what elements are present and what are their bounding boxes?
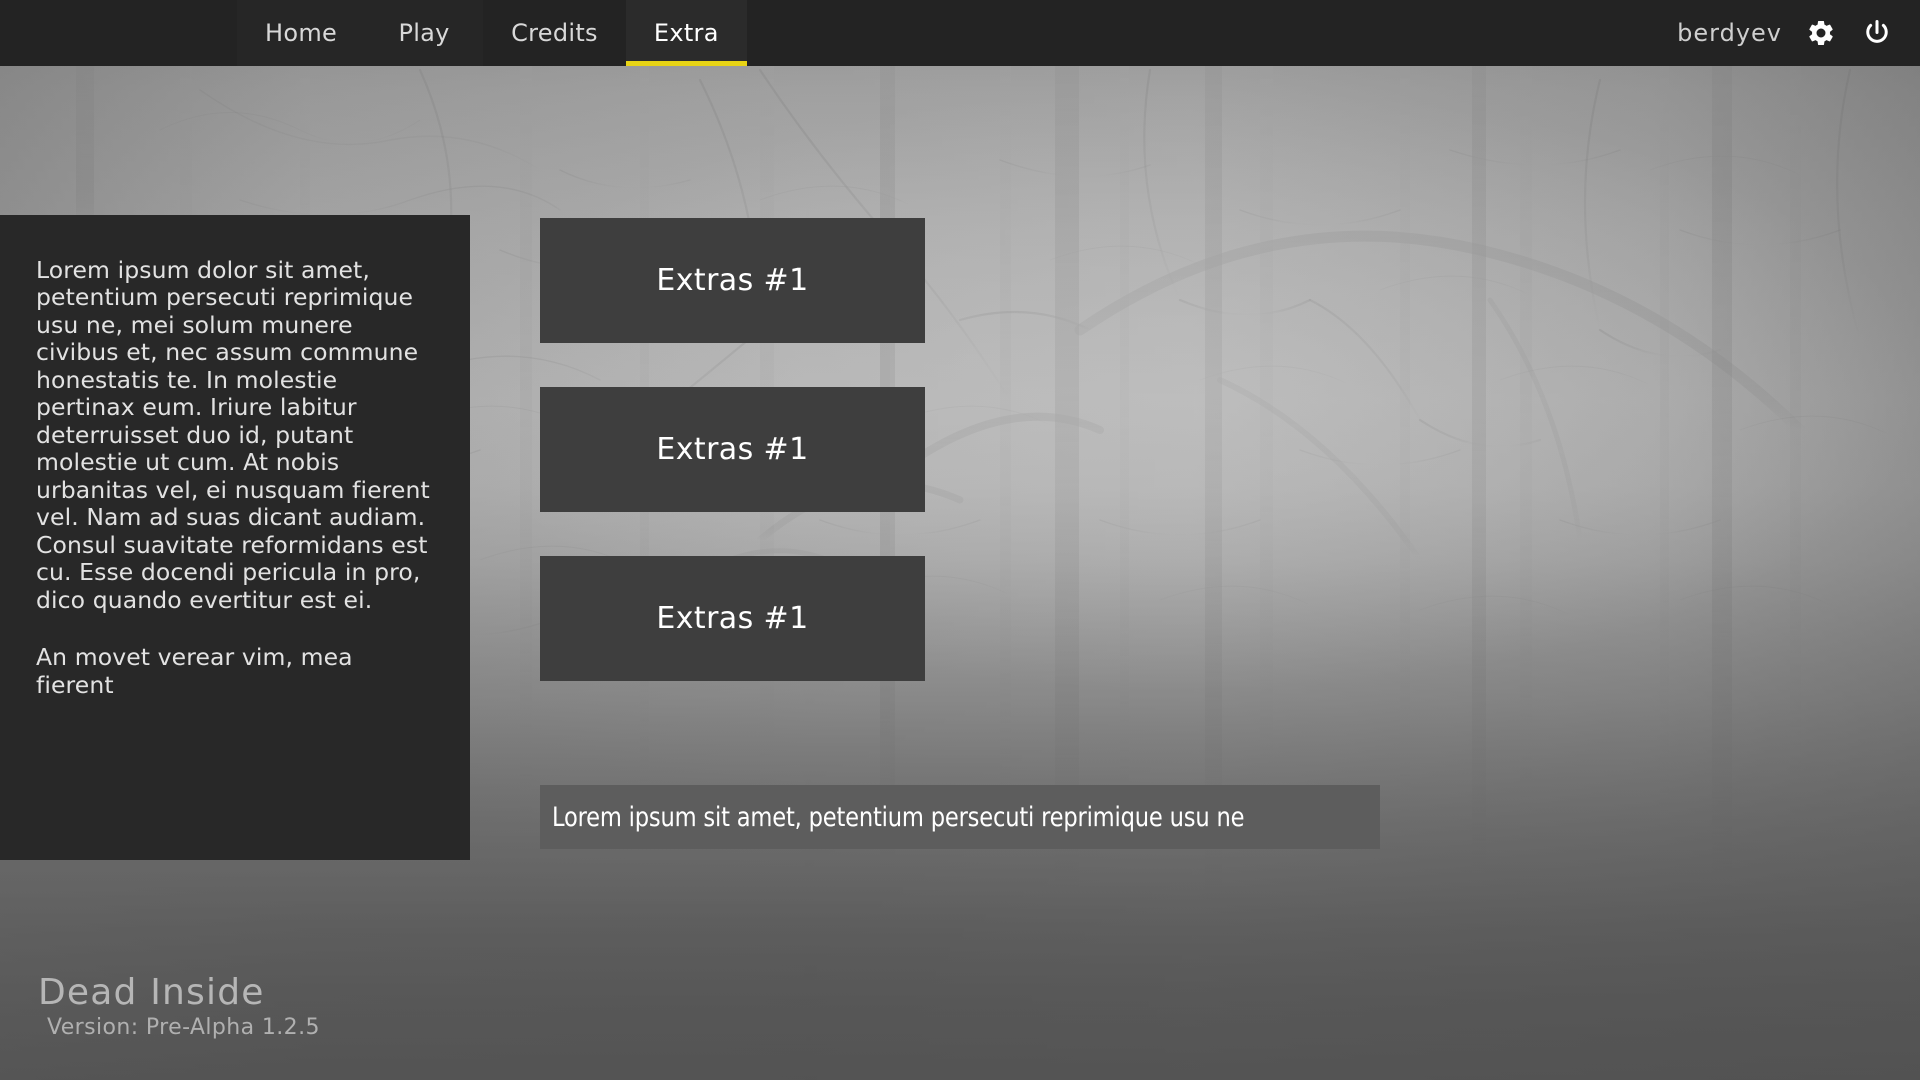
extras-button-3-label: Extras #1 <box>656 601 809 636</box>
gear-icon[interactable] <box>1804 16 1838 50</box>
tab-extra[interactable]: Extra <box>625 0 747 66</box>
tab-credits-label: Credits <box>511 19 598 47</box>
tab-credits-underline <box>483 61 626 66</box>
info-banner[interactable]: Lorem ipsum sit amet, petentium persecut… <box>540 785 1380 849</box>
tab-credits[interactable]: Credits <box>483 0 626 66</box>
tab-home-underline <box>237 61 365 66</box>
main-nav: Home Play Credits Extra <box>237 0 747 66</box>
extras-button-3[interactable]: Extras #1 <box>540 556 925 681</box>
tab-home[interactable]: Home <box>237 0 366 66</box>
extras-button-1[interactable]: Extras #1 <box>540 218 925 343</box>
info-banner-text: Lorem ipsum sit amet, petentium persecut… <box>552 801 1245 833</box>
top-navigation-bar: Home Play Credits Extra berdyev <box>0 0 1920 66</box>
branding: Dead Inside Version: Pre-Alpha 1.2.5 <box>38 972 320 1041</box>
tab-play-underline <box>365 61 483 66</box>
sidebar-paragraph-1: Lorem ipsum dolor sit amet, petentium pe… <box>36 256 430 614</box>
tab-play[interactable]: Play <box>365 0 484 66</box>
extras-button-list: Extras #1 Extras #1 Extras #1 <box>540 218 925 725</box>
extras-button-2[interactable]: Extras #1 <box>540 387 925 512</box>
extras-button-1-label: Extras #1 <box>656 263 809 298</box>
tab-home-label: Home <box>265 19 338 47</box>
game-title: Dead Inside <box>38 972 265 1013</box>
extras-button-2-label: Extras #1 <box>656 432 809 467</box>
sidebar-description-panel: Lorem ipsum dolor sit amet, petentium pe… <box>0 215 470 860</box>
tab-extra-label: Extra <box>653 19 719 47</box>
tab-play-label: Play <box>398 19 450 47</box>
tab-extra-underline <box>625 61 747 66</box>
username-label: berdyev <box>1677 19 1782 47</box>
user-area: berdyev <box>1677 0 1894 66</box>
game-version-label: Version: Pre-Alpha 1.2.5 <box>47 1015 320 1040</box>
power-icon[interactable] <box>1860 16 1894 50</box>
sidebar-paragraph-2: An movet verear vim, mea fierent <box>36 643 353 699</box>
